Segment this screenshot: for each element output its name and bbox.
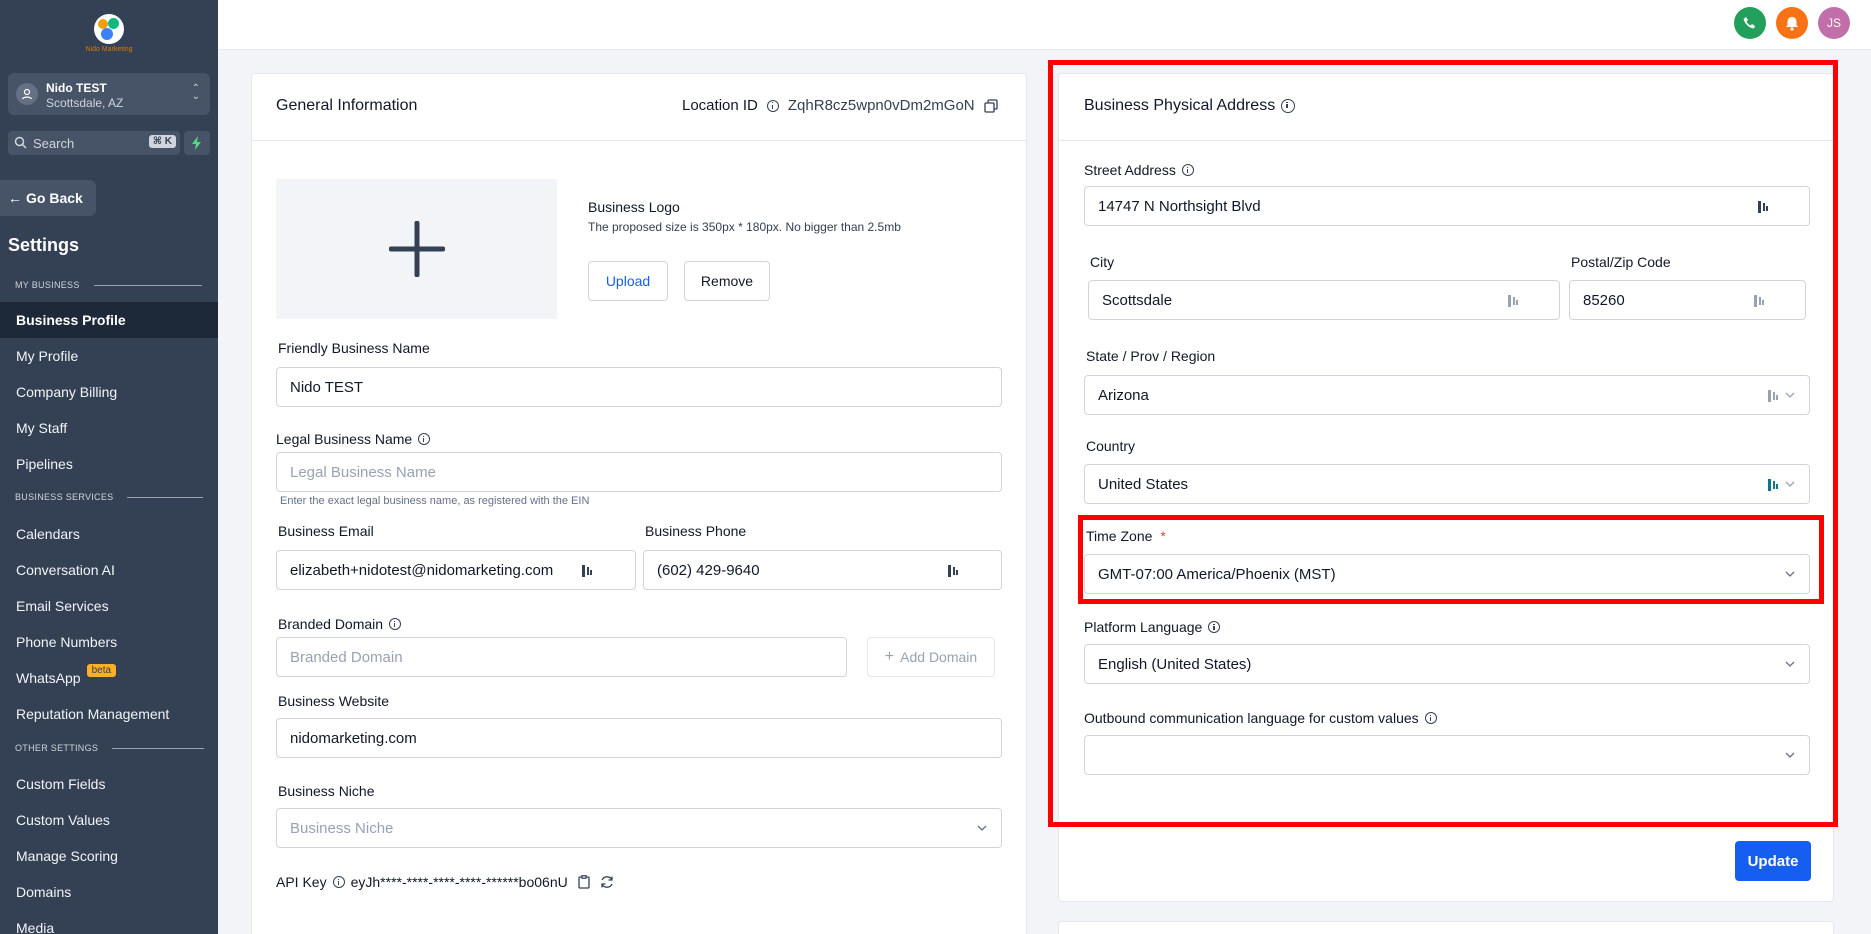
info-icon	[766, 99, 779, 112]
sidebar-item-conversation-ai[interactable]: Conversation AI	[0, 552, 218, 588]
remove-button[interactable]: Remove	[684, 261, 770, 301]
copy-icon[interactable]	[983, 98, 998, 113]
sidebar-item-company-billing[interactable]: Company Billing	[0, 374, 218, 410]
divider	[252, 140, 1026, 141]
settings-title: Settings	[8, 235, 80, 255]
location-id-label: Location ID	[682, 97, 758, 114]
sidebar-item-business-profile[interactable]: Business Profile	[0, 302, 218, 338]
branded-domain-input[interactable]: Branded Domain	[276, 637, 847, 677]
search-shortcut: ⌘ K	[148, 135, 176, 148]
user-avatar[interactable]: JS	[1818, 7, 1850, 39]
friendly-name-input[interactable]: Nido TEST	[276, 367, 1002, 407]
business-logo-hint: The proposed size is 350px * 180px. No b…	[588, 220, 901, 234]
sidebar-item-domains[interactable]: Domains	[0, 874, 218, 910]
info-icon	[389, 618, 402, 630]
sidebar-item-reputation-management[interactable]: Reputation Management	[0, 696, 218, 732]
location-icon	[16, 83, 38, 105]
sidebar-item-calendars[interactable]: Calendars	[0, 516, 218, 552]
highlight-timezone-box	[1078, 515, 1824, 604]
bell-icon	[1786, 16, 1798, 31]
api-key-value: eyJh****-****-****-****-******bo06nU	[350, 874, 568, 890]
quick-action-button[interactable]	[184, 131, 210, 155]
sidebar-item-my-profile[interactable]: My Profile	[0, 338, 218, 374]
phone-icon	[1743, 17, 1755, 29]
business-niche-label: Business Niche	[278, 783, 375, 799]
search-input[interactable]: Search ⌘ K	[8, 131, 180, 155]
legal-name-help: Enter the exact legal business name, as …	[280, 495, 590, 507]
section-other-settings: OTHER SETTINGS	[15, 743, 205, 753]
go-back-button[interactable]: ← Go Back	[0, 180, 96, 216]
search-icon	[14, 136, 27, 149]
add-domain-button[interactable]: + Add Domain	[867, 637, 995, 677]
sidebar-item-my-staff[interactable]: My Staff	[0, 410, 218, 446]
refresh-icon[interactable]	[600, 875, 614, 889]
chevron-updown-icon: ⌃ ⌄	[191, 83, 200, 102]
location-id-value: ZqhR8cz5wpn0vDm2mGoN	[787, 97, 975, 114]
sidebar-item-phone-numbers[interactable]: Phone Numbers	[0, 624, 218, 660]
general-information-card: General Information Location ID ZqhR8cz5…	[251, 73, 1027, 934]
branded-domain-label: Branded Domain	[278, 616, 402, 632]
sidebar-item-pipelines[interactable]: Pipelines	[0, 446, 218, 482]
highlight-address-box	[1048, 60, 1838, 827]
location-name: Nido TEST	[46, 81, 107, 95]
business-website-input[interactable]: nidomarketing.com	[276, 718, 1002, 758]
api-key-label: API Key	[276, 874, 327, 890]
logo-mark-icon	[94, 14, 124, 44]
business-niche-placeholder: Business Niche	[290, 819, 394, 837]
section-business-services: BUSINESS SERVICES	[15, 492, 204, 502]
autofill-icon	[582, 565, 592, 577]
location-switcher[interactable]: Nido TEST Scottsdale, AZ ⌃ ⌄	[8, 73, 210, 115]
brand-text: Nido Marketing	[85, 46, 133, 53]
business-website-label: Business Website	[278, 693, 390, 709]
sidebar-item-whatsapp[interactable]: WhatsApp beta	[0, 660, 218, 696]
autofill-icon	[948, 565, 958, 577]
business-email-input[interactable]: elizabeth+nidotest@nidomarketing.com	[276, 550, 636, 590]
api-key: API Key eyJh****-****-****-****-******bo…	[276, 874, 614, 890]
friendly-name-label: Friendly Business Name	[278, 340, 430, 356]
info-icon	[418, 433, 431, 445]
go-back-label: Go Back	[26, 190, 83, 206]
business-phone-label: Business Phone	[645, 523, 747, 539]
sidebar-item-manage-scoring[interactable]: Manage Scoring	[0, 838, 218, 874]
business-phone-value: (602) 429-9640	[657, 561, 760, 579]
clipboard-icon[interactable]	[578, 875, 590, 889]
add-domain-label: Add Domain	[900, 649, 978, 665]
general-information-title: General Information	[276, 97, 418, 114]
next-card	[1058, 921, 1834, 934]
plus-icon: +	[884, 648, 895, 665]
beta-badge: beta	[86, 663, 117, 677]
sidebar-item-custom-values[interactable]: Custom Values	[0, 802, 218, 838]
brand-logo[interactable]: Nido Marketing	[80, 14, 138, 58]
business-niche-select[interactable]: Business Niche	[276, 808, 1002, 848]
phone-button[interactable]	[1734, 7, 1766, 39]
info-icon	[332, 876, 345, 888]
chevron-down-icon	[977, 825, 987, 831]
sidebar: Nido Marketing Nido TEST Scottsdale, AZ …	[0, 0, 218, 934]
location-id: Location ID ZqhR8cz5wpn0vDm2mGoN	[682, 97, 998, 114]
business-phone-input[interactable]: (602) 429-9640	[643, 550, 1002, 590]
arrow-left-icon: ←	[8, 190, 22, 206]
business-email-value: elizabeth+nidotest@nidomarketing.com	[290, 561, 554, 579]
location-address: Scottsdale, AZ	[46, 96, 124, 110]
lightning-icon	[192, 136, 201, 150]
legal-name-label: Legal Business Name	[276, 431, 431, 447]
logo-upload-area[interactable]	[276, 179, 557, 319]
business-email-label: Business Email	[278, 523, 374, 539]
sidebar-item-media[interactable]: Media	[0, 910, 218, 934]
upload-button[interactable]: Upload	[588, 261, 668, 301]
legal-name-input[interactable]: Legal Business Name	[276, 452, 1002, 492]
plus-icon	[388, 221, 445, 277]
sidebar-item-custom-fields[interactable]: Custom Fields	[0, 766, 218, 802]
top-bar: JS	[218, 0, 1871, 50]
update-button[interactable]: Update	[1735, 841, 1811, 881]
business-logo-title: Business Logo	[588, 199, 680, 215]
search-placeholder: Search	[33, 136, 75, 151]
sidebar-item-label: WhatsApp	[16, 670, 81, 686]
notifications-button[interactable]	[1776, 7, 1808, 39]
section-my-business: MY BUSINESS	[15, 280, 202, 290]
sidebar-item-email-services[interactable]: Email Services	[0, 588, 218, 624]
